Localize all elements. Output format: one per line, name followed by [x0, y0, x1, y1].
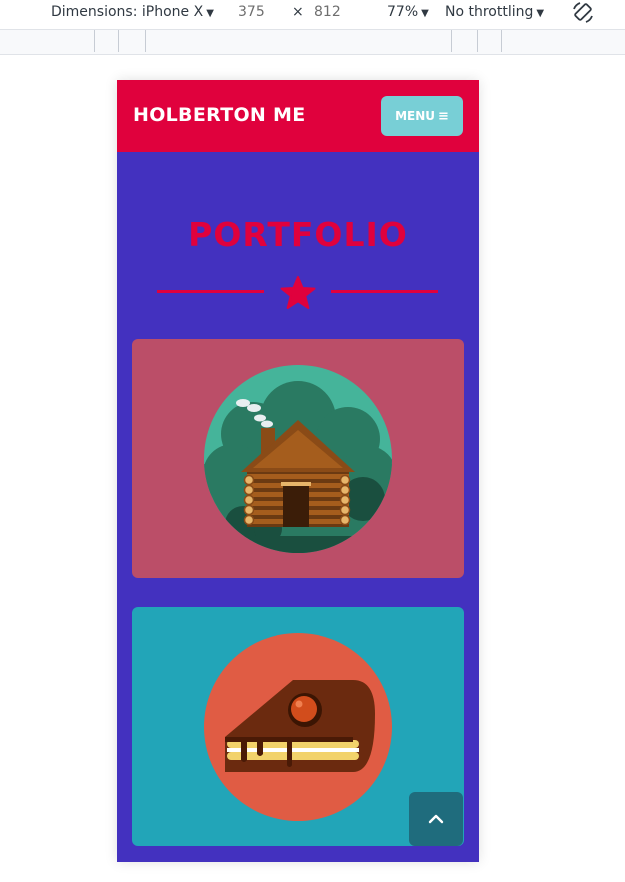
- times-symbol: ×: [292, 4, 304, 20]
- media-query-tick[interactable]: [118, 30, 119, 52]
- section-title: PORTFOLIO: [188, 215, 408, 254]
- devtools-device-toolbar: Dimensions: iPhone X ▼ 375 × 812 77% ▼ No …: [0, 0, 625, 28]
- throttling-dropdown[interactable]: No throttling ▼: [445, 4, 544, 20]
- chevron-up-icon: [428, 814, 444, 824]
- zoom-dropdown[interactable]: 77% ▼: [387, 4, 429, 20]
- device-viewport: HOLBERTON ME MENU ≡ PORTFOLIO: [117, 80, 479, 862]
- rotate-icon[interactable]: [570, 0, 596, 26]
- menu-label: MENU: [395, 109, 436, 123]
- cake-slice-icon: [204, 633, 392, 821]
- media-query-tick[interactable]: [94, 30, 95, 52]
- divider-line-right: [331, 290, 438, 293]
- media-query-tick[interactable]: [477, 30, 478, 52]
- height-input[interactable]: 812: [314, 4, 341, 20]
- portfolio-card-cabin[interactable]: [132, 339, 464, 578]
- dimensions-dropdown[interactable]: Dimensions: iPhone X ▼: [51, 4, 214, 20]
- media-query-bar: [0, 29, 625, 55]
- site-brand[interactable]: HOLBERTON ME: [133, 104, 306, 126]
- media-query-tick[interactable]: [451, 30, 452, 52]
- hamburger-icon: ≡: [438, 108, 449, 124]
- width-input[interactable]: 375: [238, 4, 265, 20]
- menu-button[interactable]: MENU ≡: [381, 96, 463, 136]
- media-query-tick[interactable]: [145, 30, 146, 52]
- site-header: HOLBERTON ME MENU ≡: [117, 80, 479, 152]
- dropdown-arrow-icon: ▼: [421, 8, 429, 19]
- log-cabin-icon: [204, 365, 392, 553]
- dropdown-arrow-icon: ▼: [206, 8, 214, 19]
- media-query-tick[interactable]: [501, 30, 502, 52]
- divider-line-left: [157, 290, 264, 293]
- scroll-to-top-button[interactable]: [409, 792, 463, 846]
- dropdown-arrow-icon: ▼: [536, 8, 545, 19]
- star-icon: [280, 276, 316, 309]
